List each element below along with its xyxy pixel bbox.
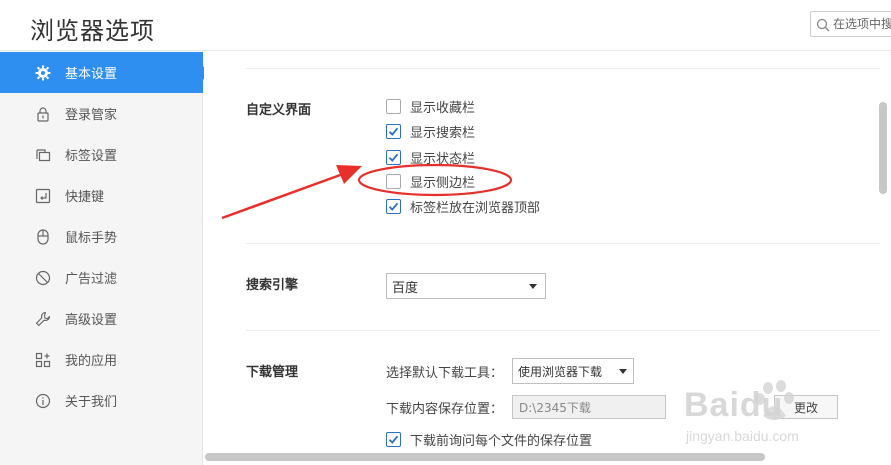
option-show-sidebar[interactable]: 显示侧边栏 bbox=[386, 171, 475, 191]
checkbox-checked[interactable] bbox=[386, 431, 401, 447]
page-title: 浏览器选项 bbox=[30, 17, 155, 45]
divider bbox=[246, 330, 880, 331]
settings-content: 自定义界面 显示收藏栏 显示搜索栏 显示状态栏 显示侧边栏 标签栏放在浏览器顶部… bbox=[204, 51, 891, 465]
download-path-input[interactable]: D:\2345下载 bbox=[512, 395, 666, 419]
section-label-custom-ui: 自定义界面 bbox=[246, 103, 312, 118]
chevron-down-icon bbox=[529, 284, 537, 289]
option-show-favorites-bar[interactable]: 显示收藏栏 bbox=[386, 96, 475, 116]
search-box[interactable] bbox=[810, 11, 891, 37]
option-label: 显示侧边栏 bbox=[410, 175, 476, 191]
download-tool-label: 选择默认下载工具： bbox=[386, 366, 504, 381]
sidebar: 基本设置 登录管家 标签设置 快捷键 鼠标手势 广告过滤 高级设置 我的应用 关… bbox=[0, 51, 210, 465]
checkmark-icon bbox=[388, 153, 399, 162]
horizontal-scrollbar[interactable] bbox=[205, 453, 765, 461]
vertical-scrollbar[interactable] bbox=[879, 102, 887, 194]
option-ask-save-location[interactable]: 下载前询问每个文件的保存位置 bbox=[386, 429, 592, 449]
option-show-search-bar[interactable]: 显示搜索栏 bbox=[386, 121, 475, 141]
sidebar-item-login-manager[interactable]: 登录管家 bbox=[0, 93, 203, 134]
sidebar-item-label: 关于我们 bbox=[65, 395, 118, 410]
checkbox-checked[interactable] bbox=[386, 149, 401, 165]
download-path-label: 下载内容保存位置： bbox=[386, 402, 504, 417]
gear-icon bbox=[34, 64, 52, 82]
download-tool-select[interactable]: 使用浏览器下载 bbox=[512, 358, 634, 384]
option-label: 下载前询问每个文件的保存位置 bbox=[410, 433, 593, 449]
checkbox[interactable] bbox=[386, 98, 401, 114]
wrench-icon bbox=[34, 310, 52, 328]
sidebar-item-label: 基本设置 bbox=[65, 67, 118, 82]
chevron-down-icon bbox=[619, 369, 627, 374]
info-icon bbox=[34, 392, 52, 410]
mouse-icon bbox=[34, 228, 52, 246]
checkmark-icon bbox=[388, 127, 399, 136]
divider bbox=[246, 243, 880, 244]
sidebar-item-mouse-gestures[interactable]: 鼠标手势 bbox=[0, 216, 203, 257]
option-label: 显示搜索栏 bbox=[410, 125, 476, 141]
option-show-status-bar[interactable]: 显示状态栏 bbox=[386, 147, 475, 167]
sidebar-item-label: 鼠标手势 bbox=[65, 231, 118, 246]
search-input[interactable] bbox=[833, 15, 891, 33]
lock-icon bbox=[34, 105, 52, 123]
checkmark-icon bbox=[388, 435, 399, 444]
sidebar-item-label: 标签设置 bbox=[65, 149, 118, 164]
search-engine-select[interactable]: 百度 bbox=[386, 273, 546, 299]
header-bar: 浏览器选项 bbox=[0, 0, 891, 51]
section-label-download: 下载管理 bbox=[246, 365, 299, 380]
search-icon bbox=[816, 17, 830, 32]
keyboard-icon bbox=[34, 187, 52, 205]
sidebar-item-tab-settings[interactable]: 标签设置 bbox=[0, 134, 203, 175]
sidebar-item-label: 登录管家 bbox=[65, 108, 118, 123]
sidebar-item-label: 广告过滤 bbox=[65, 272, 118, 287]
option-label: 显示状态栏 bbox=[410, 151, 476, 167]
sidebar-item-about-us[interactable]: 关于我们 bbox=[0, 380, 203, 421]
checkmark-icon bbox=[388, 202, 399, 211]
select-value: 使用浏览器下载 bbox=[518, 364, 603, 379]
sidebar-item-label: 快捷键 bbox=[65, 190, 105, 205]
sidebar-item-label: 我的应用 bbox=[65, 354, 118, 369]
sidebar-item-label: 高级设置 bbox=[65, 313, 118, 328]
sidebar-item-shortcuts[interactable]: 快捷键 bbox=[0, 175, 203, 216]
checkbox-checked[interactable] bbox=[386, 198, 401, 214]
option-tabs-on-top[interactable]: 标签栏放在浏览器顶部 bbox=[386, 196, 540, 216]
divider bbox=[246, 68, 880, 69]
change-path-button[interactable]: 更改 bbox=[774, 395, 838, 419]
apps-icon bbox=[34, 351, 52, 369]
option-label: 标签栏放在浏览器顶部 bbox=[410, 200, 541, 216]
checkbox[interactable] bbox=[386, 173, 401, 189]
section-label-search-engine: 搜索引擎 bbox=[246, 278, 299, 293]
block-icon bbox=[34, 269, 52, 287]
option-label: 显示收藏栏 bbox=[410, 100, 476, 116]
select-value: 百度 bbox=[392, 280, 419, 296]
sidebar-item-ad-filter[interactable]: 广告过滤 bbox=[0, 257, 203, 298]
sidebar-item-basic-settings[interactable]: 基本设置 bbox=[0, 52, 210, 93]
sidebar-item-advanced-settings[interactable]: 高级设置 bbox=[0, 298, 203, 339]
sidebar-item-my-apps[interactable]: 我的应用 bbox=[0, 339, 203, 380]
checkbox-checked[interactable] bbox=[386, 123, 401, 139]
tabs-icon bbox=[34, 146, 52, 164]
